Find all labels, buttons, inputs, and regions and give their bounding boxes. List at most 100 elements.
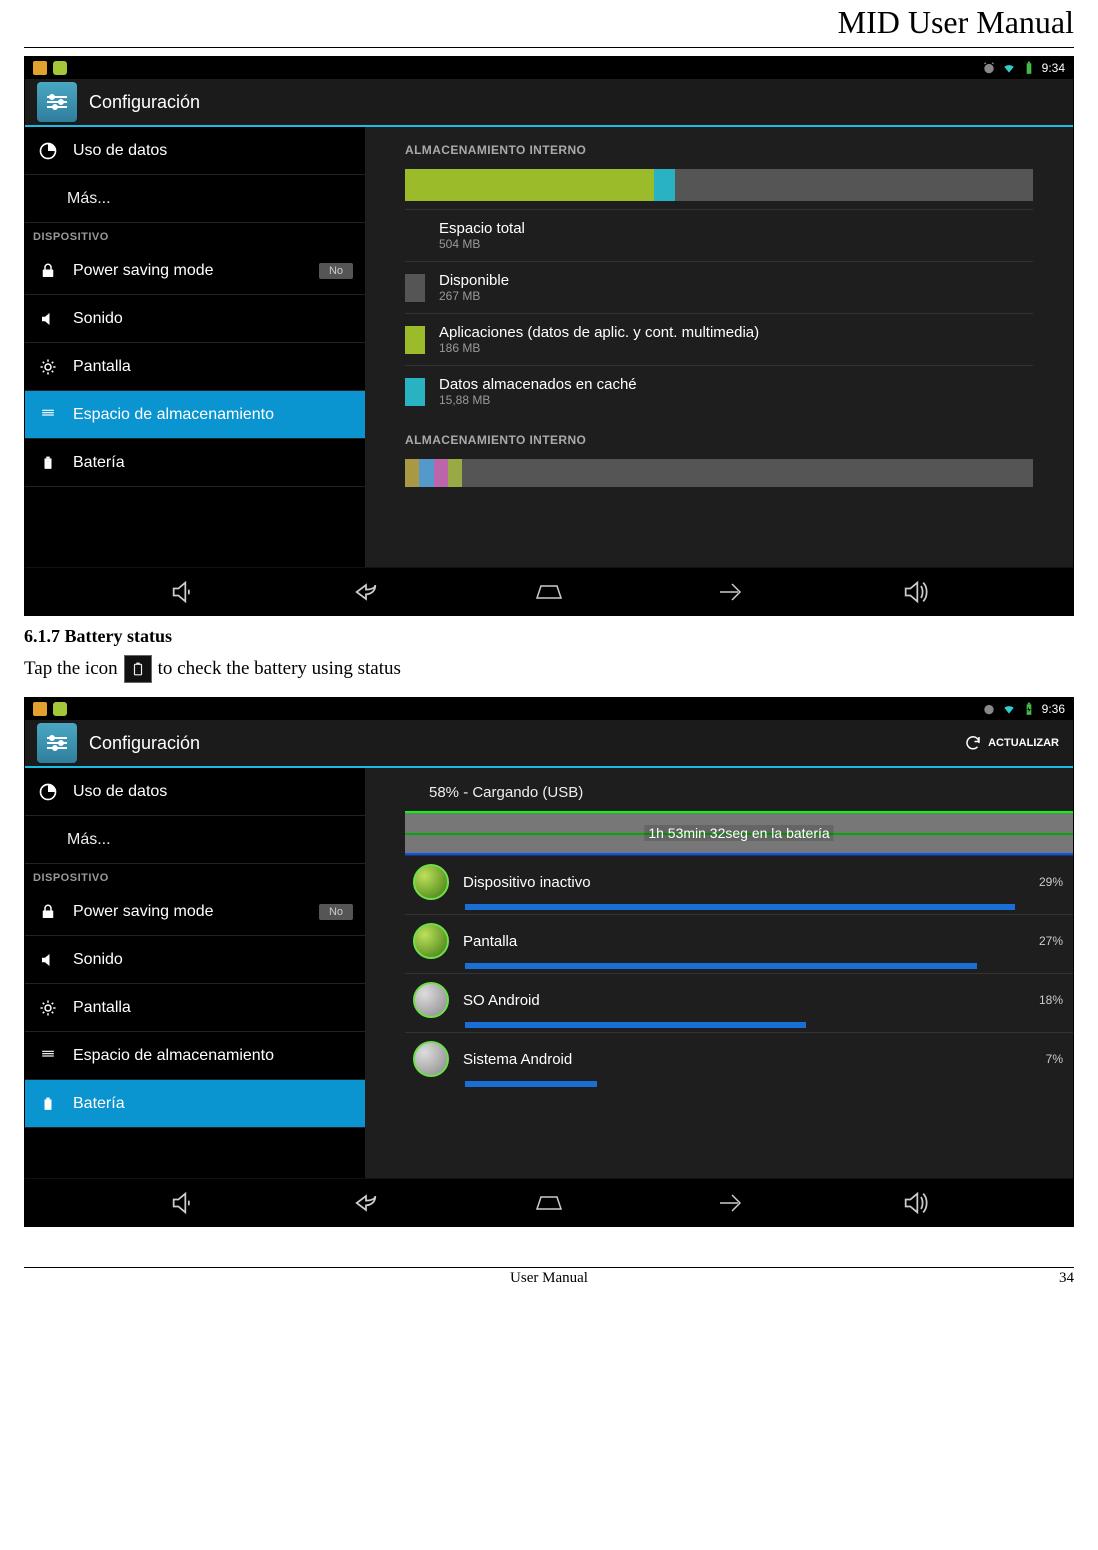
nav-volume-up[interactable] — [890, 1185, 940, 1221]
sidebar-item-battery[interactable]: Batería — [25, 1080, 365, 1128]
storage-usage-bar-2 — [405, 459, 1033, 487]
display-icon — [37, 356, 59, 378]
settings-icon[interactable] — [37, 82, 77, 122]
battery-inline-icon — [124, 655, 152, 683]
sidebar-label: Pantalla — [73, 999, 131, 1017]
sidebar-label: Más... — [67, 190, 111, 208]
screenshot-battery: 9:36 Configuración ACTUALIZAR Uso de dat… — [24, 697, 1074, 1227]
storage-label: Aplicaciones (datos de aplic. y cont. mu… — [439, 324, 759, 341]
battery-row-pct: 7% — [1046, 1052, 1063, 1066]
battery-row-label: Pantalla — [463, 933, 517, 950]
settings-title: Configuración — [89, 733, 200, 754]
footer-page-number: 34 — [1034, 1270, 1074, 1287]
battery-pane: 58% - Cargando (USB) 1h 53min 32seg en l… — [365, 768, 1073, 1178]
toggle-off[interactable]: No — [319, 904, 353, 920]
data-usage-icon — [37, 781, 59, 803]
battery-row-label: Sistema Android — [463, 1051, 572, 1068]
nav-recent[interactable] — [707, 1185, 757, 1221]
settings-title-row: Configuración ACTUALIZAR — [25, 720, 1073, 768]
droid-icon — [53, 702, 67, 716]
battery-charging-icon — [1022, 702, 1036, 716]
sidebar-item-more[interactable]: Más... — [25, 816, 365, 864]
status-time: 9:36 — [1042, 702, 1065, 716]
storage-row-apps[interactable]: Aplicaciones (datos de aplic. y cont. mu… — [405, 313, 1033, 365]
alarm-icon — [982, 61, 996, 75]
sound-icon — [37, 308, 59, 330]
settings-icon[interactable] — [37, 723, 77, 763]
nav-volume-down[interactable] — [158, 574, 208, 610]
wifi-icon — [1002, 702, 1016, 716]
sidebar-item-data-usage[interactable]: Uso de datos — [25, 768, 365, 816]
toggle-off[interactable]: No — [319, 263, 353, 279]
storage-usage-bar — [405, 169, 1033, 201]
sidebar-label: Pantalla — [73, 358, 131, 376]
settings-title-row: Configuración — [25, 79, 1073, 127]
refresh-button[interactable]: ACTUALIZAR — [964, 734, 1059, 752]
nav-recent[interactable] — [707, 574, 757, 610]
sidebar-item-storage[interactable]: Espacio de almacenamiento — [25, 1032, 365, 1080]
app-icon — [33, 61, 47, 75]
app-usage-icon — [413, 923, 449, 959]
sidebar-item-data-usage[interactable]: Uso de datos — [25, 127, 365, 175]
app-usage-icon — [413, 982, 449, 1018]
doc-header: MID User Manual — [24, 0, 1074, 48]
nav-bar — [25, 1178, 1073, 1226]
sidebar-item-more[interactable]: Más... — [25, 175, 365, 223]
instr-post: to check the battery using status — [158, 658, 401, 680]
sidebar-item-power-saving[interactable]: Power saving mode No — [25, 888, 365, 936]
battery-row-pct: 27% — [1039, 934, 1063, 948]
battery-chart-label: 1h 53min 32seg en la batería — [644, 825, 833, 841]
alarm-icon — [982, 702, 996, 716]
display-icon — [37, 997, 59, 1019]
droid-icon — [53, 61, 67, 75]
battery-icon — [37, 1093, 59, 1115]
sidebar-item-sound[interactable]: Sonido — [25, 295, 365, 343]
settings-title: Configuración — [89, 92, 200, 113]
storage-value: 15,88 MB — [439, 393, 637, 407]
battery-row-pct: 29% — [1039, 875, 1063, 889]
storage-value: 267 MB — [439, 289, 509, 303]
sidebar-item-display[interactable]: Pantalla — [25, 343, 365, 391]
sidebar-label: Batería — [73, 1095, 125, 1113]
storage-row-total[interactable]: Espacio total 504 MB — [405, 209, 1033, 261]
nav-home[interactable] — [524, 1185, 574, 1221]
sidebar-label: Power saving mode — [73, 262, 214, 280]
battery-usage-row[interactable]: Dispositivo inactivo 29% — [405, 855, 1073, 908]
sidebar-section-device: DISPOSITIVO — [25, 864, 365, 888]
nav-volume-down[interactable] — [158, 1185, 208, 1221]
nav-back[interactable] — [341, 574, 391, 610]
storage-section-header-2: ALMACENAMIENTO INTERNO — [365, 417, 1073, 455]
storage-row-cache[interactable]: Datos almacenados en caché 15,88 MB — [405, 365, 1033, 417]
settings-sidebar: Uso de datos Más... DISPOSITIVO Power sa… — [25, 127, 365, 567]
sidebar-item-power-saving[interactable]: Power saving mode No — [25, 247, 365, 295]
sidebar-item-storage[interactable]: Espacio de almacenamiento — [25, 391, 365, 439]
sidebar-label: Espacio de almacenamiento — [73, 1047, 274, 1065]
storage-label: Espacio total — [439, 220, 525, 237]
battery-usage-row[interactable]: SO Android 18% — [405, 973, 1073, 1026]
screenshot-storage: 9:34 Configuración Uso de datos Más... D… — [24, 56, 1074, 616]
storage-section-header: ALMACENAMIENTO INTERNO — [365, 127, 1073, 165]
sidebar-section-device: DISPOSITIVO — [25, 223, 365, 247]
app-usage-icon — [413, 1041, 449, 1077]
sidebar-item-display[interactable]: Pantalla — [25, 984, 365, 1032]
battery-usage-row[interactable]: Sistema Android 7% — [405, 1032, 1073, 1085]
sidebar-item-sound[interactable]: Sonido — [25, 936, 365, 984]
storage-label: Datos almacenados en caché — [439, 376, 637, 393]
sidebar-item-battery[interactable]: Batería — [25, 439, 365, 487]
battery-icon — [37, 452, 59, 474]
battery-row-bar — [465, 1022, 806, 1028]
nav-volume-up[interactable] — [890, 574, 940, 610]
sidebar-label: Power saving mode — [73, 903, 214, 921]
nav-back[interactable] — [341, 1185, 391, 1221]
battery-status-text: 58% - Cargando (USB) — [365, 768, 1073, 807]
section-heading: 6.1.7 Battery status — [24, 626, 1074, 647]
sidebar-label: Uso de datos — [73, 783, 167, 801]
nav-home[interactable] — [524, 574, 574, 610]
storage-row-avail[interactable]: Disponible 267 MB — [405, 261, 1033, 313]
refresh-icon — [964, 734, 982, 752]
wifi-icon — [1002, 61, 1016, 75]
status-bar: 9:34 — [25, 57, 1073, 79]
battery-usage-row[interactable]: Pantalla 27% — [405, 914, 1073, 967]
storage-value: 504 MB — [439, 237, 525, 251]
battery-history-chart[interactable]: 1h 53min 32seg en la batería — [405, 811, 1073, 855]
